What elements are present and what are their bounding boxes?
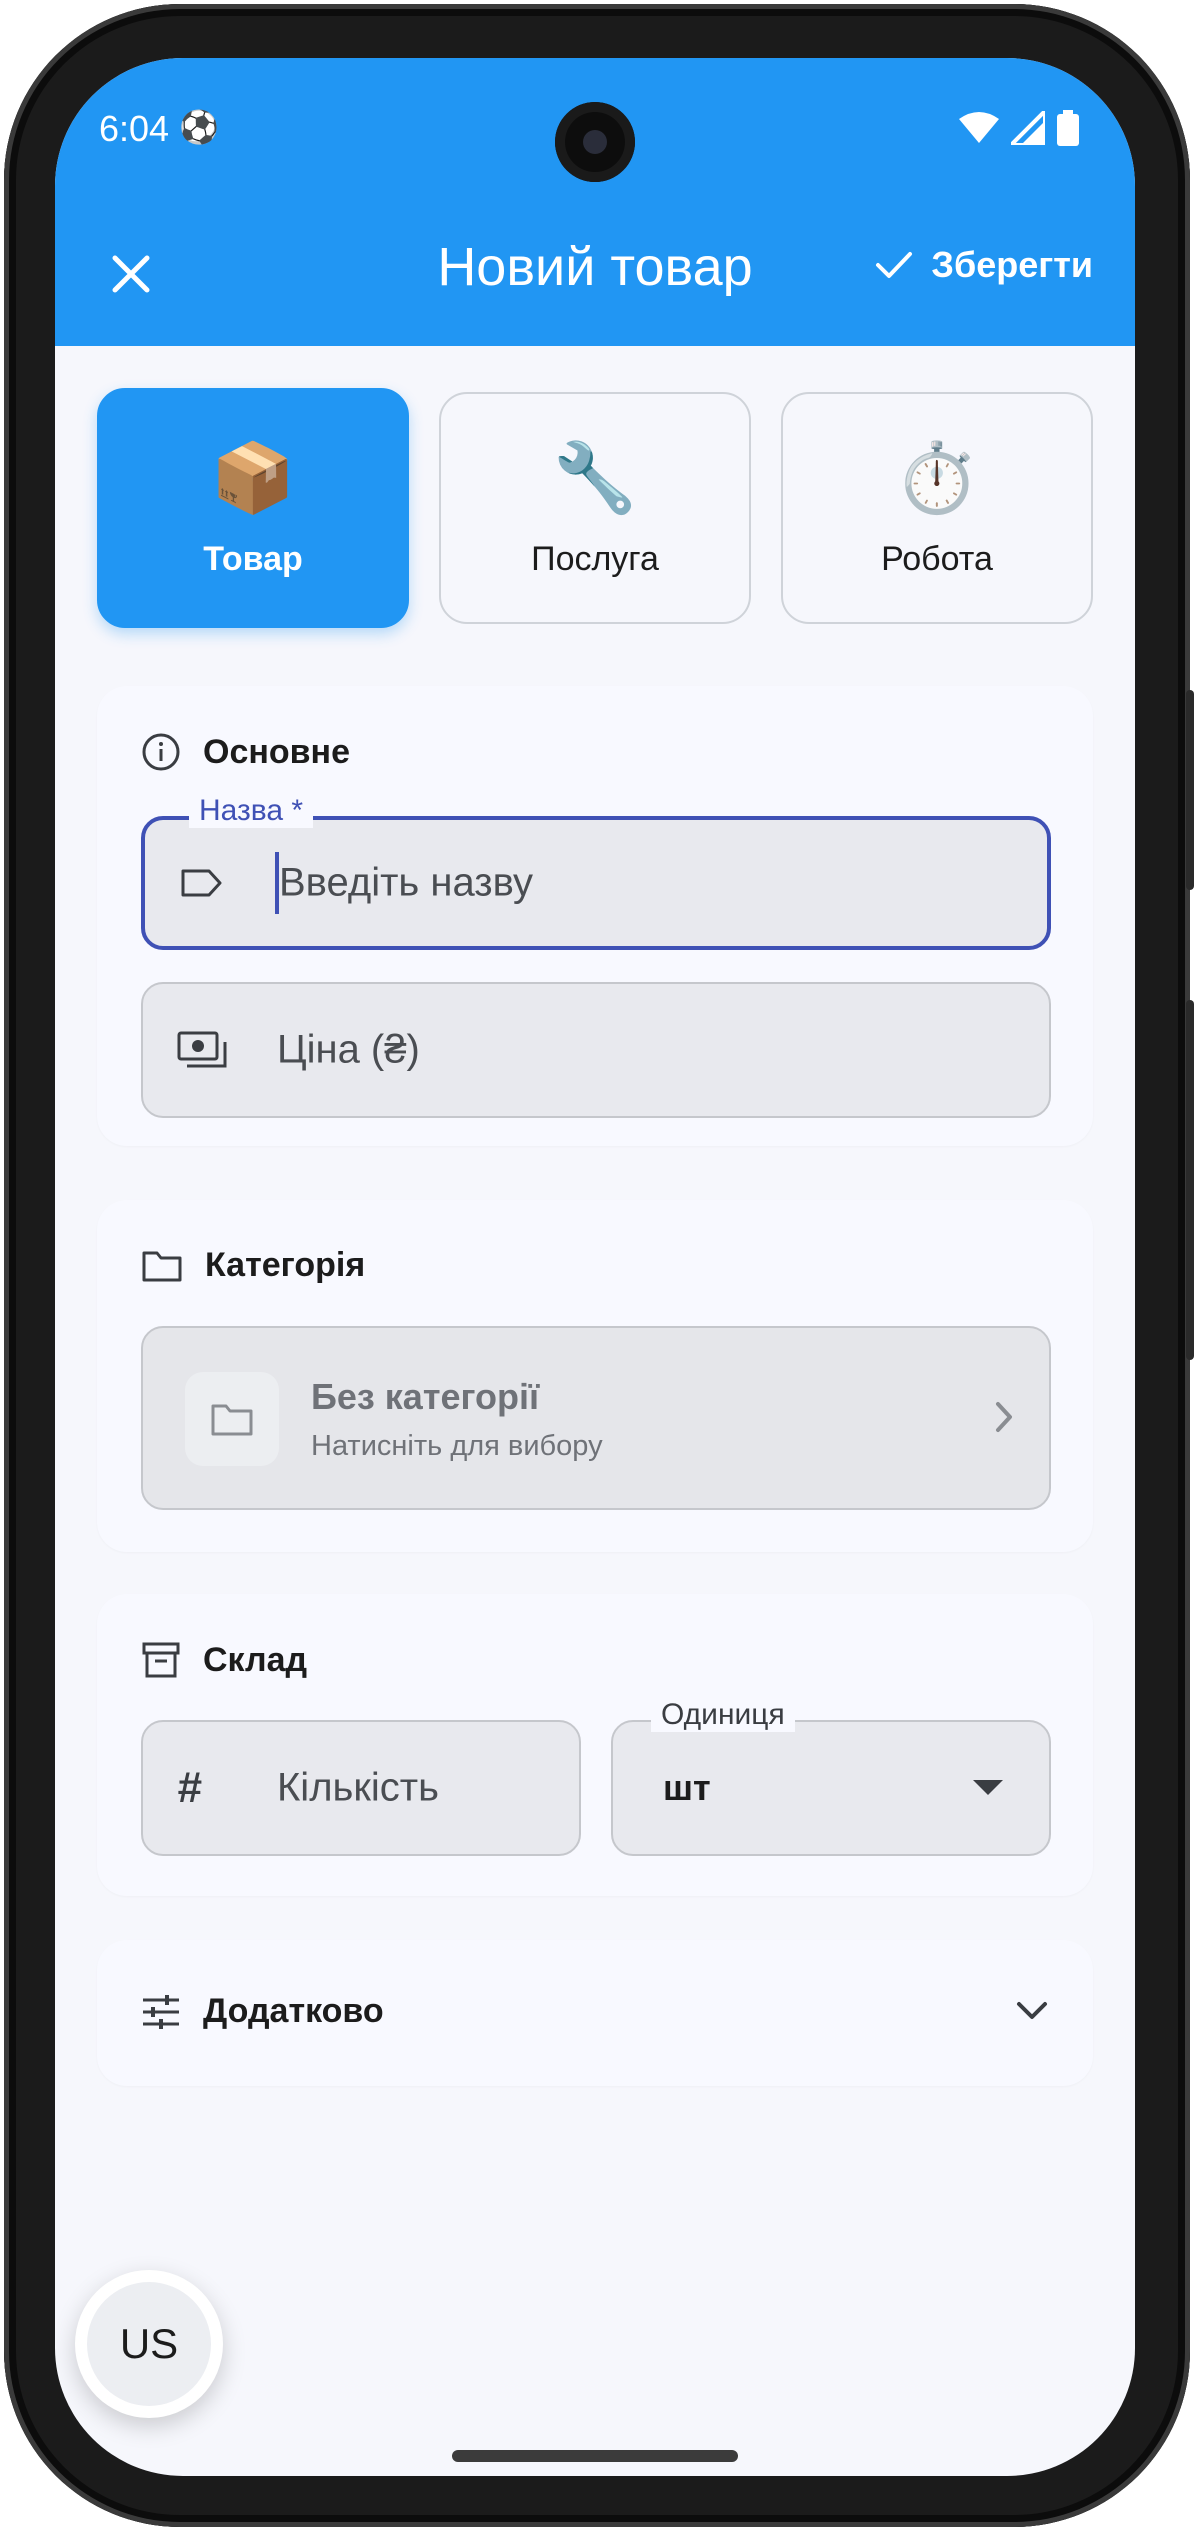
folder-icon <box>142 1251 182 1281</box>
name-field-label: Назва * <box>189 794 314 828</box>
section-heading: Склад <box>141 1640 307 1680</box>
hash-icon: # <box>177 1763 202 1812</box>
name-placeholder: Введіть назву <box>279 860 533 905</box>
money-icon <box>177 1031 227 1068</box>
screen: 6:04 ⚽ Новий товар Зберегти 📦 Товар 🔧 По… <box>55 58 1135 2476</box>
status-time: 6:04 <box>99 108 170 149</box>
save-button[interactable]: Зберегти <box>875 244 1093 286</box>
quantity-input[interactable]: # Кількість <box>141 1720 581 1856</box>
section-title: Склад <box>203 1640 308 1679</box>
quantity-placeholder: Кількість <box>277 1765 439 1810</box>
info-icon <box>142 733 180 771</box>
section-title: Категорія <box>205 1246 366 1284</box>
basic-section: Основне Введіть назву Назва * Ціна (₴) <box>97 686 1093 1146</box>
type-label: Робота <box>881 539 993 578</box>
name-input[interactable]: Введіть назву <box>141 816 1051 950</box>
tune-icon <box>143 1994 179 2029</box>
home-indicator[interactable] <box>452 2450 738 2462</box>
power-button <box>1186 1000 1194 1360</box>
section-heading: Додатково <box>141 1992 384 2031</box>
section-title: Додатково <box>203 1992 384 2030</box>
save-label: Зберегти <box>931 244 1093 285</box>
unit-field-label: Одиниця <box>651 1698 795 1732</box>
type-card-service[interactable]: 🔧 Послуга <box>439 392 751 624</box>
type-label: Послуга <box>531 539 659 578</box>
unit-dropdown[interactable]: шт <box>611 1720 1051 1856</box>
folder-icon <box>211 1404 253 1436</box>
type-card-work[interactable]: ⏱️ Робота <box>781 392 1093 624</box>
section-heading: Основне <box>141 732 350 772</box>
dropdown-arrow-icon <box>973 1780 1003 1795</box>
chevron-down-icon <box>1017 2002 1047 2019</box>
unit-value: шт <box>663 1767 711 1808</box>
chevron-right-icon <box>996 1402 1012 1432</box>
price-placeholder: Ціна (₴) <box>277 1027 420 1072</box>
type-selector: 📦 Товар 🔧 Послуга ⏱️ Робота <box>97 388 1093 628</box>
section-heading: Категорія <box>141 1246 365 1285</box>
stopwatch-icon: ⏱️ <box>894 439 980 516</box>
wifi-icon <box>959 112 999 143</box>
price-input[interactable]: Ціна (₴) <box>141 982 1051 1118</box>
volume-button <box>1186 690 1194 890</box>
type-label: Товар <box>203 539 303 578</box>
user-avatar-button[interactable]: US <box>75 2270 223 2418</box>
front-camera <box>555 102 635 182</box>
wrench-icon: 🔧 <box>552 439 638 516</box>
category-value: Без категорії <box>311 1376 540 1417</box>
archive-icon <box>142 1642 180 1678</box>
section-title: Основне <box>203 732 351 771</box>
category-selector[interactable]: Без категорії Натисніть для вибору <box>141 1326 1051 1510</box>
category-hint: Натисніть для вибору <box>311 1430 603 1462</box>
stock-section: Склад # Кількість шт Одиниця <box>97 1594 1093 1896</box>
app-bar: 6:04 ⚽ Новий товар Зберегти <box>55 58 1135 346</box>
package-icon: 📦 <box>210 439 296 516</box>
extra-section[interactable]: Додатково <box>97 1940 1093 2086</box>
category-section: Категорія Без категорії Натисніть для ви… <box>97 1200 1093 1552</box>
label-tag-icon <box>181 869 222 897</box>
avatar: US <box>87 2282 211 2406</box>
signal-icon <box>1011 111 1045 145</box>
status-icons <box>959 110 1079 146</box>
battery-icon <box>1057 110 1079 146</box>
category-icon-box <box>185 1372 279 1466</box>
check-icon <box>876 252 913 278</box>
type-card-goods[interactable]: 📦 Товар <box>97 388 409 628</box>
soccer-ball-icon: ⚽ <box>179 109 219 145</box>
